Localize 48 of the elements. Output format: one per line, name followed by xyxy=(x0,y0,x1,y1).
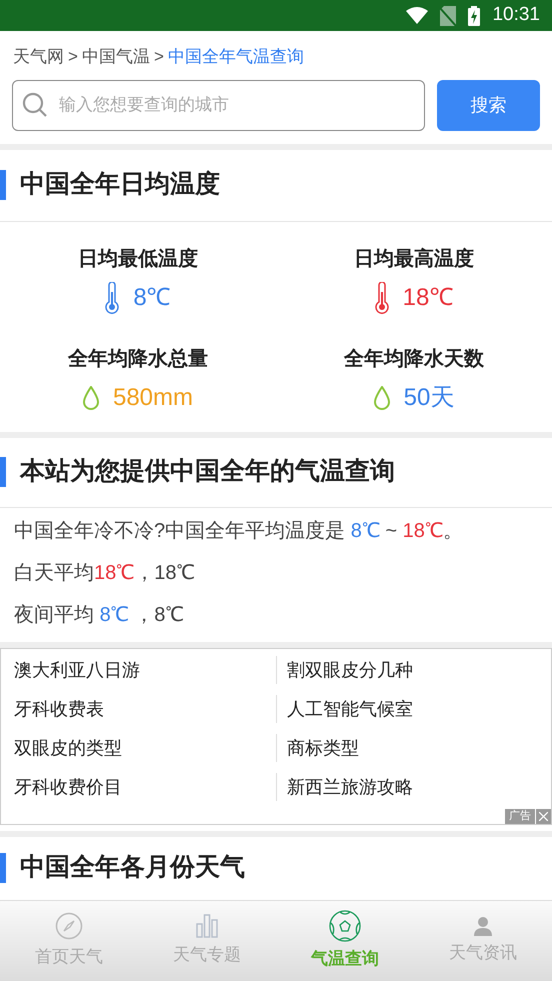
compass-icon xyxy=(55,912,83,940)
section-title: 中国全年日均温度 xyxy=(20,169,220,200)
stat-label: 日均最低温度 xyxy=(78,246,198,272)
stat-label: 日均最高温度 xyxy=(354,246,474,272)
close-button[interactable] xyxy=(536,808,551,824)
section-title: 本站为您提供中国全年的气温查询 xyxy=(20,456,395,488)
breadcrumb-link[interactable]: 中国全年气温查询 xyxy=(168,44,304,70)
section-accent-bar xyxy=(0,170,6,200)
water-drop-icon xyxy=(82,386,99,410)
bar-chart-icon xyxy=(196,914,218,938)
stat-label: 全年均降水天数 xyxy=(344,346,484,372)
soccer-ball-icon xyxy=(329,910,361,942)
thermometer-icon xyxy=(105,282,120,314)
stat-value: 50天 xyxy=(404,382,454,412)
ad-link[interactable]: 牙科收费表 xyxy=(14,698,104,718)
ad-link[interactable]: 新西兰旅游攻略 xyxy=(287,776,413,796)
user-icon xyxy=(474,916,492,936)
search-field[interactable]: 输入您想要查询的城市 xyxy=(12,80,425,130)
water-drop-icon xyxy=(374,386,390,410)
no-sim-icon xyxy=(440,6,456,26)
ad-link[interactable]: 人工智能气候室 xyxy=(287,698,413,718)
ad-link[interactable]: 商标类型 xyxy=(287,738,359,758)
ad-link[interactable]: 牙科收费价目 xyxy=(14,776,122,796)
info-text: 夜间平均 8℃ ，8℃ xyxy=(14,602,184,628)
info-text: 白天平均18℃，18℃ xyxy=(14,560,196,586)
stat-value: 8℃ xyxy=(133,282,171,312)
ad-link[interactable]: 双眼皮的类型 xyxy=(14,738,122,758)
search-icon xyxy=(22,92,48,118)
ad-link[interactable]: 割双眼皮分几种 xyxy=(287,660,413,680)
breadcrumb-link[interactable]: 中国气温 xyxy=(82,44,150,70)
ad-badge: 广告 xyxy=(505,808,535,824)
info-text: 中国全年冷不冷?中国全年平均温度是 8℃ ~ 18℃。 xyxy=(14,518,464,544)
close-icon xyxy=(539,812,548,820)
section-title: 中国全年各月份天气 xyxy=(20,852,245,884)
clock-time: 10:31 xyxy=(492,3,540,28)
breadcrumb-link[interactable]: 天气网 xyxy=(13,44,64,70)
breadcrumb-separator: > xyxy=(154,46,164,68)
breadcrumb-separator: > xyxy=(68,46,78,68)
ad-link[interactable]: 澳大利亚八日游 xyxy=(14,660,140,680)
stat-label: 全年均降水总量 xyxy=(68,346,208,372)
stat-value: 18℃ xyxy=(402,282,454,312)
battery-charging-icon xyxy=(468,6,480,26)
stat-value: 580mm xyxy=(112,382,194,412)
wifi-icon xyxy=(406,7,428,24)
section-accent-bar xyxy=(0,457,6,487)
section-accent-bar xyxy=(0,853,6,883)
search-button[interactable]: 搜索 xyxy=(437,80,540,130)
thermometer-icon xyxy=(374,282,389,314)
